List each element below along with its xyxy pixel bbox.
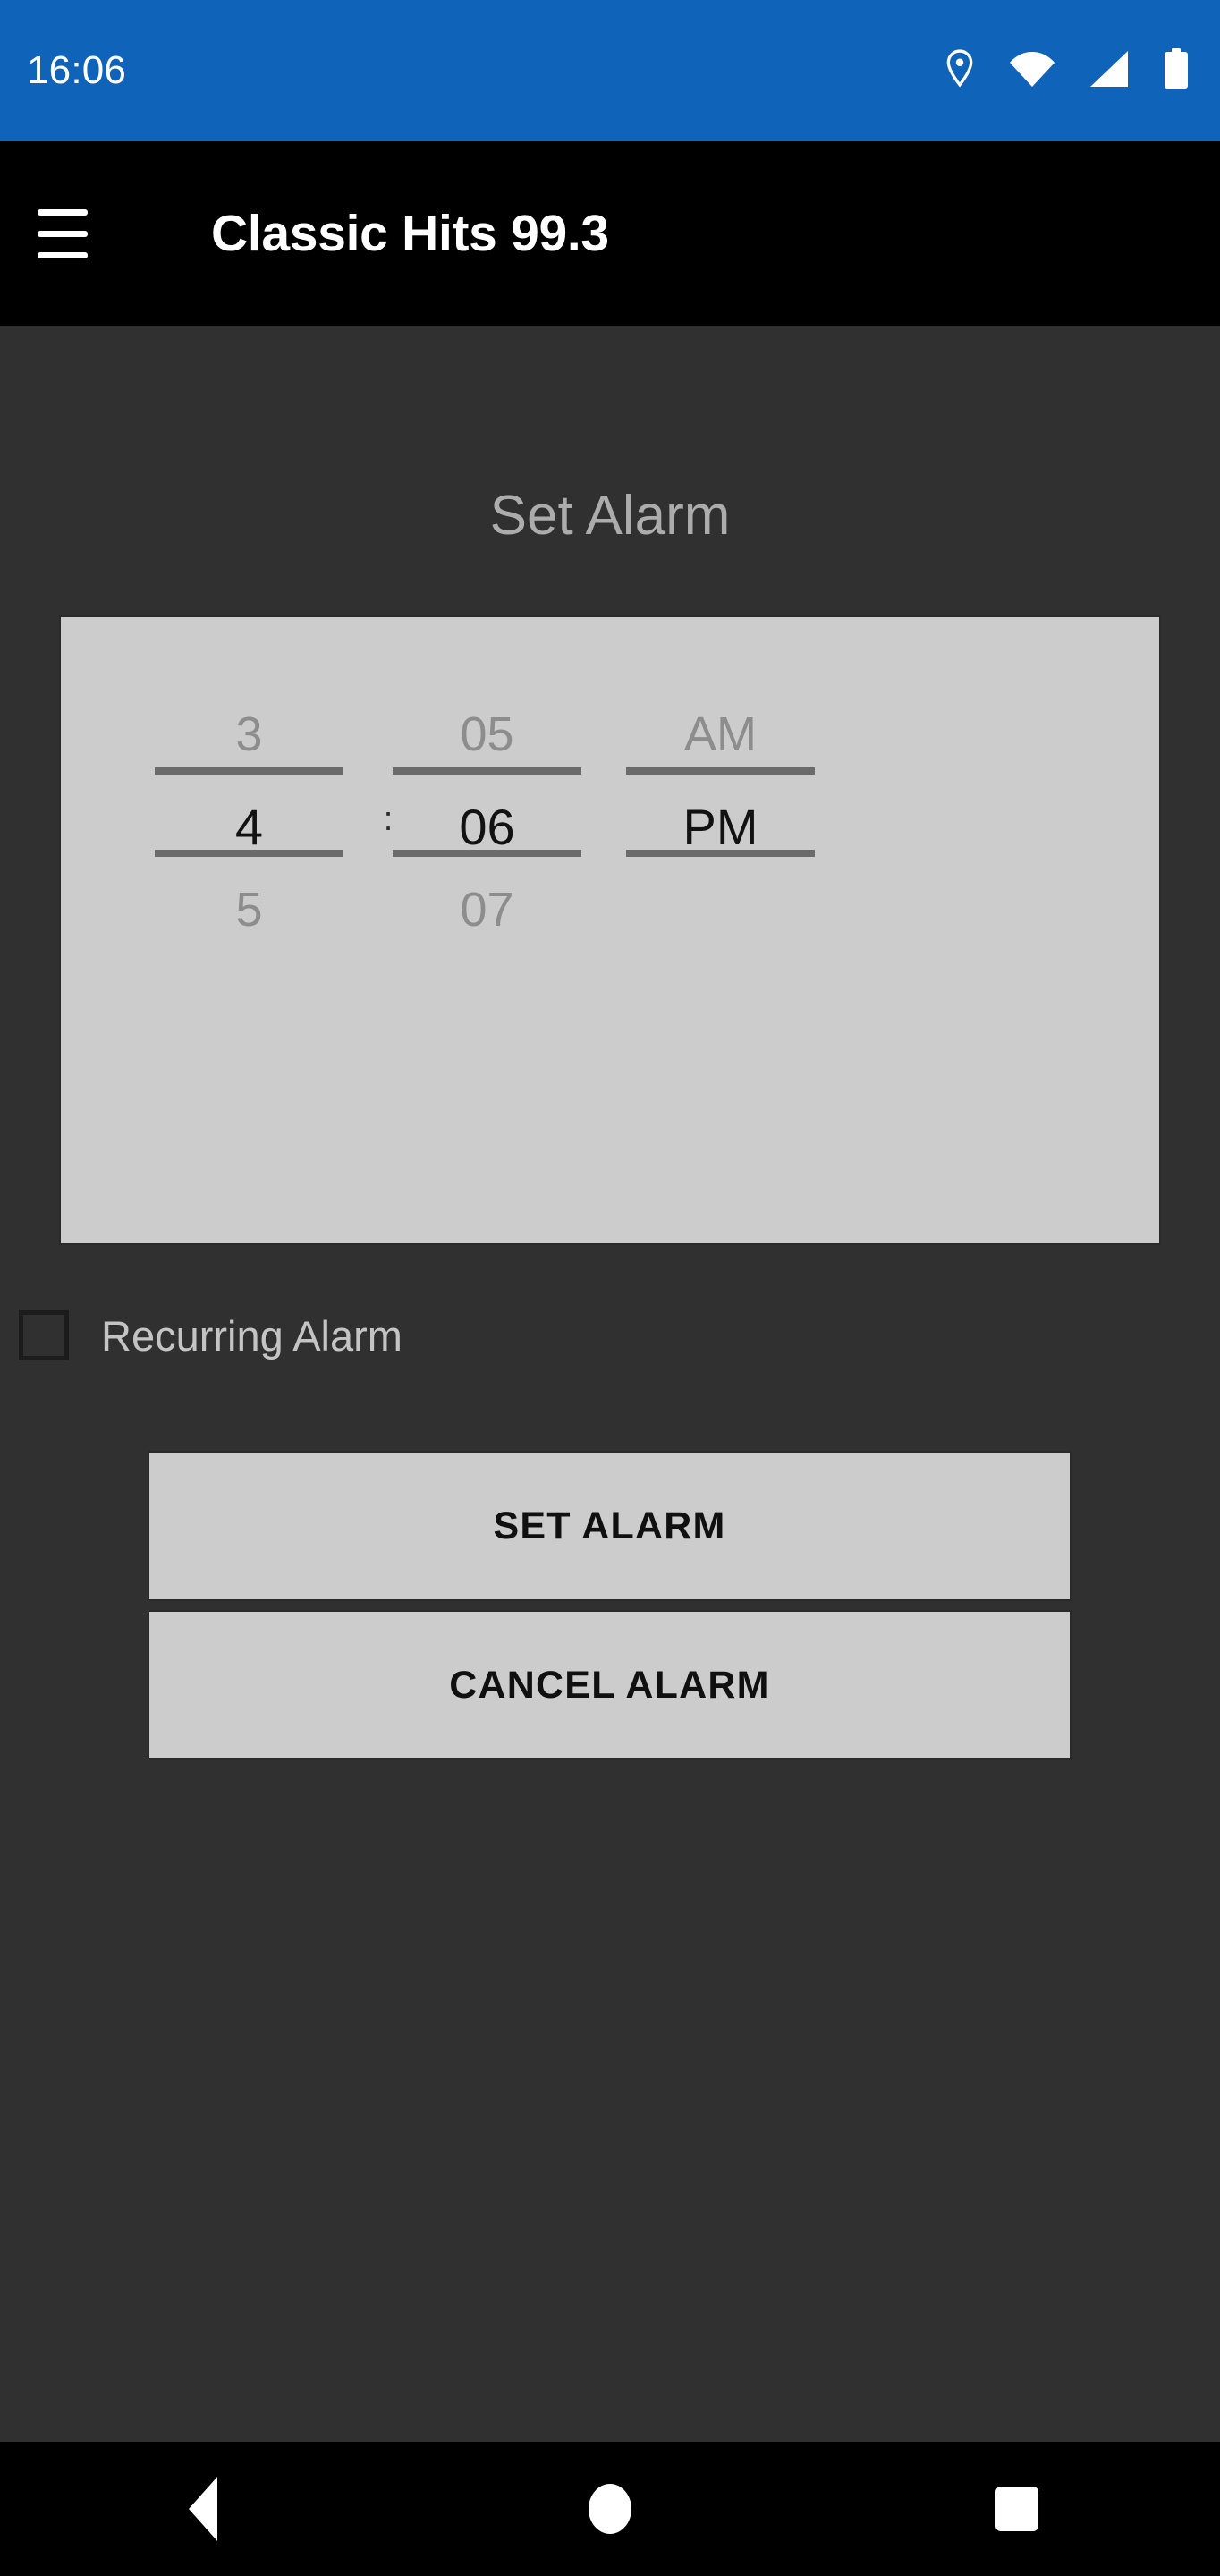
app-bar: Classic Hits 99.3 (0, 141, 1220, 326)
main-content: Set Alarm 3 4 5 : 05 06 07 AM PM Recurri… (0, 326, 1220, 2442)
hamburger-menu-icon[interactable] (16, 187, 109, 280)
home-circle-icon (588, 2484, 631, 2534)
hamburger-line-3 (38, 251, 88, 258)
nav-back-button[interactable] (123, 2442, 284, 2576)
meridiem-previous-value[interactable]: AM (626, 710, 815, 758)
meridiem-divider-top (626, 767, 815, 775)
minute-previous-value[interactable]: 05 (393, 710, 581, 758)
page-title: Set Alarm (489, 485, 731, 547)
location-icon (945, 48, 975, 93)
hour-selected-value[interactable]: 4 (155, 802, 343, 852)
battery-icon (1163, 47, 1190, 94)
hour-previous-value[interactable]: 3 (155, 710, 343, 758)
time-picker-hour-column[interactable]: 3 4 5 (155, 617, 343, 1247)
cancel-alarm-button[interactable]: CANCEL ALARM (148, 1610, 1072, 1760)
cellular-signal-icon (1089, 50, 1129, 92)
nav-home-button[interactable] (530, 2442, 690, 2576)
time-picker-meridiem-column[interactable]: AM PM (626, 617, 815, 1247)
time-picker-minute-column[interactable]: 05 06 07 (393, 617, 581, 1247)
minute-next-value[interactable]: 07 (393, 886, 581, 934)
minute-divider-top (393, 767, 581, 775)
recents-square-icon (995, 2487, 1038, 2531)
set-alarm-button[interactable]: SET ALARM (148, 1451, 1072, 1601)
hour-next-value[interactable]: 5 (155, 886, 343, 934)
navigation-bar (0, 2442, 1220, 2576)
status-bar: 16:06 (0, 0, 1220, 141)
time-picker[interactable]: 3 4 5 : 05 06 07 AM PM (59, 615, 1161, 1245)
hamburger-line-2 (38, 230, 88, 237)
hour-divider-top (155, 767, 343, 775)
phone-screen: 16:06 Classic Hits 99.3 Set Alarm 3 4 5 … (0, 0, 1220, 2576)
minute-selected-value[interactable]: 06 (393, 802, 581, 852)
app-title: Classic Hits 99.3 (211, 204, 609, 262)
recurring-alarm-checkbox[interactable] (19, 1310, 69, 1360)
meridiem-divider-bottom (626, 850, 815, 857)
minute-divider-bottom (393, 850, 581, 857)
status-bar-icons (945, 47, 1190, 94)
hour-divider-bottom (155, 850, 343, 857)
meridiem-selected-value[interactable]: PM (626, 802, 815, 852)
hamburger-line-1 (38, 208, 88, 216)
back-triangle-icon (189, 2477, 218, 2541)
nav-recents-button[interactable] (936, 2442, 1097, 2576)
status-bar-clock: 16:06 (27, 48, 127, 92)
recurring-alarm-label: Recurring Alarm (101, 1311, 402, 1360)
wifi-icon (1009, 50, 1055, 92)
recurring-alarm-row[interactable]: Recurring Alarm (19, 1299, 402, 1372)
